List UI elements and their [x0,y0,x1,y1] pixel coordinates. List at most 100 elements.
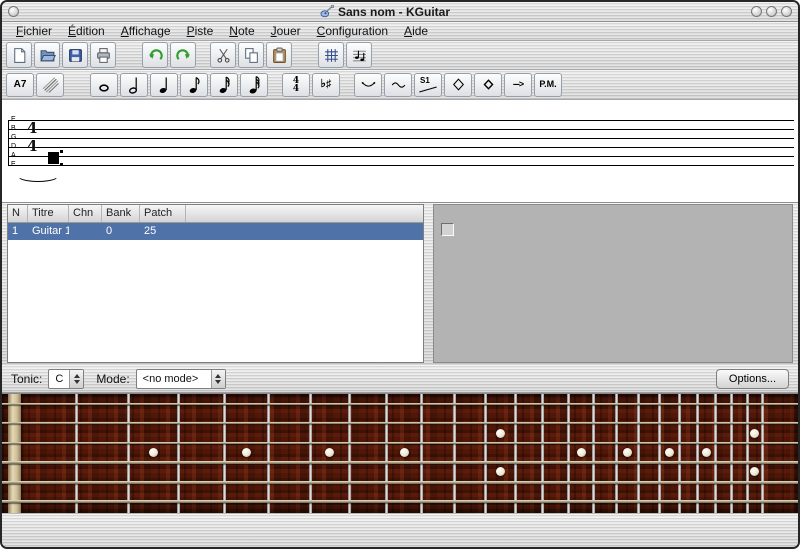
note-sixteenth-button[interactable] [210,73,238,97]
menu-piste[interactable]: Piste [179,23,222,39]
eighth-note-icon [186,75,202,95]
timesig-glyph: 4 4 [293,77,299,93]
menu-note[interactable]: Note [221,23,262,39]
copy-icon [243,47,260,64]
new-button[interactable] [6,42,32,68]
window-title: Sans nom - KGuitar [338,5,450,19]
cut-button[interactable] [210,42,236,68]
note-quarter-button[interactable] [150,73,178,97]
titlebar: Sans nom - KGuitar [2,2,798,22]
tonic-value: C [49,370,69,388]
main-toolbar [2,41,798,70]
menu-configuration[interactable]: Configuration [309,23,396,39]
window-menu-button[interactable] [8,6,19,17]
sixteenth-note-icon [216,75,232,95]
timesig-denominator: 4 [27,139,37,154]
tonic-select[interactable]: C [48,369,84,389]
accidental-button[interactable]: ♭♯ [312,73,340,97]
track-patch-cell: 25 [140,223,186,240]
arrow-button[interactable]: ---> [504,73,532,97]
fret-wire [420,394,423,513]
print-button[interactable] [90,42,116,68]
beat-arc [16,168,60,182]
chord-label: A7 [14,80,27,89]
mode-spinner[interactable] [211,370,225,388]
close-button[interactable] [781,6,792,17]
paste-button[interactable] [266,42,292,68]
fret-wire [514,394,517,513]
guitar-string [2,422,798,424]
mode-label: Mode: [96,372,129,386]
timesig-button[interactable]: 4 4 [282,73,310,97]
track-row[interactable]: 1 Guitar 1 0 25 [8,223,423,240]
column-header-bank[interactable]: Bank [102,205,140,222]
slide-button[interactable]: S1 [414,73,442,97]
panel-checkbox[interactable] [441,223,454,236]
copy-button[interactable] [238,42,264,68]
palm-mute-label: P.M. [539,80,556,89]
tie-button[interactable] [354,73,382,97]
tab-view-button[interactable] [318,42,344,68]
score-area[interactable]: E B G D A E 4 4 [2,100,798,203]
fret-wire [696,394,699,513]
redo-button[interactable] [170,42,196,68]
save-button[interactable] [62,42,88,68]
panel-splitter[interactable] [427,204,430,363]
track-title-cell: Guitar 1 [28,223,69,240]
fret-marker-dot [623,448,632,457]
score-view-button[interactable] [346,42,372,68]
menu-affichage[interactable]: Affichage [113,23,179,39]
undo-button[interactable] [142,42,168,68]
artificial-harmonic-button[interactable] [474,73,502,97]
fretboard-nut [8,394,21,513]
note-thirtysecond-button[interactable] [240,73,268,97]
mode-select[interactable]: <no mode> [136,369,226,389]
menu-fichier[interactable]: Fichier [8,23,60,39]
cursor-handle [60,163,63,166]
string-label: E [11,161,16,169]
fret-wire [309,394,312,513]
fret-wire [267,394,270,513]
open-button[interactable] [34,42,60,68]
tab-cursor [48,152,59,164]
minimize-button[interactable] [751,6,762,17]
menu-aide[interactable]: Aide [396,23,436,39]
fretboard-controls: Tonic: C Mode: <no mode> Options... [2,365,798,393]
options-button[interactable]: Options... [716,369,789,389]
fret-wire [75,394,78,513]
letring-button[interactable] [384,73,412,97]
note-whole-button[interactable] [90,73,118,97]
down-arrow-icon [74,380,80,384]
palm-mute-button[interactable]: P.M. [534,73,562,97]
column-header-n[interactable]: N [8,205,28,222]
artificial-harmonic-diamond-icon [480,76,497,93]
fret-wire [484,394,487,513]
column-header-titre[interactable]: Titre [28,205,69,222]
mode-value: <no mode> [137,370,211,388]
column-header-patch[interactable]: Patch [140,205,186,222]
staff-line [8,138,794,139]
fret-wire [637,394,640,513]
tonic-spinner[interactable] [69,370,83,388]
guitar-string [2,481,798,484]
fret-wire [541,394,544,513]
fret-wire [453,394,456,513]
string-label: D [11,143,16,151]
guitar-string [2,461,798,464]
strings-button[interactable] [36,73,64,97]
string-label: G [11,134,16,142]
floppy-save-icon [67,47,84,64]
cursor-handle [60,150,63,153]
tonic-label: Tonic: [11,372,42,386]
chord-button[interactable]: A7 [6,73,34,97]
staff-line [8,147,794,148]
column-header-chn[interactable]: Chn [69,205,102,222]
maximize-button[interactable] [766,6,777,17]
menu-edition[interactable]: Édition [60,23,113,39]
note-half-button[interactable] [120,73,148,97]
guitar-string [2,403,798,405]
fretboard[interactable] [2,393,798,513]
natural-harmonic-button[interactable] [444,73,472,97]
note-eighth-button[interactable] [180,73,208,97]
menu-jouer[interactable]: Jouer [263,23,309,39]
